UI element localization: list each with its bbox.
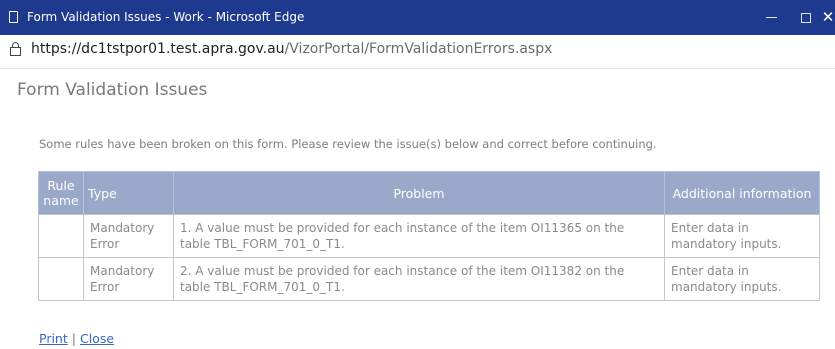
window-title: Form Validation Issues - Work - Microsof… [27,10,305,24]
cell-rule-name [38,214,84,258]
header-additional-info: Additional information [664,171,820,215]
url-host: https://dc1tstpor01.test.apra.gov.au [31,41,285,57]
url-path: /VizorPortal/FormValidationErrors.aspx [284,41,553,57]
cell-problem: 2. A value must be provided for each ins… [173,257,665,301]
cell-rule-name [38,257,84,301]
close-link[interactable]: Close [80,331,114,346]
cell-additional-info: Enter data in mandatory inputs. [664,257,820,301]
footer-links: Print | Close [39,331,114,346]
lock-icon [10,42,21,56]
link-separator: | [71,331,76,346]
header-type: Type [83,171,174,215]
cell-type: Mandatory Error [83,257,174,301]
header-rule-name: Rule name [38,171,84,215]
print-link[interactable]: Print [39,331,68,346]
minimize-icon [765,17,777,18]
cell-type: Mandatory Error [83,214,174,258]
issues-table: Rule name Type Problem Additional inform… [38,171,820,301]
url-text[interactable]: https://dc1tstpor01.test.apra.gov.au/Viz… [31,41,552,57]
close-window-button[interactable]: ✕ [808,0,835,35]
table-row: Mandatory Error 2. A value must be provi… [38,257,820,301]
minimize-button[interactable] [751,0,791,35]
page-icon [9,11,18,23]
cell-problem: 1. A value must be provided for each ins… [173,214,665,258]
header-problem: Problem [173,171,665,215]
validation-message: Some rules have been broken on this form… [39,137,657,151]
cell-additional-info: Enter data in mandatory inputs. [664,214,820,258]
page-title: Form Validation Issues [17,80,208,100]
window-titlebar: Form Validation Issues - Work - Microsof… [0,0,835,35]
table-header-row: Rule name Type Problem Additional inform… [38,171,820,215]
table-row: Mandatory Error 1. A value must be provi… [38,214,820,258]
